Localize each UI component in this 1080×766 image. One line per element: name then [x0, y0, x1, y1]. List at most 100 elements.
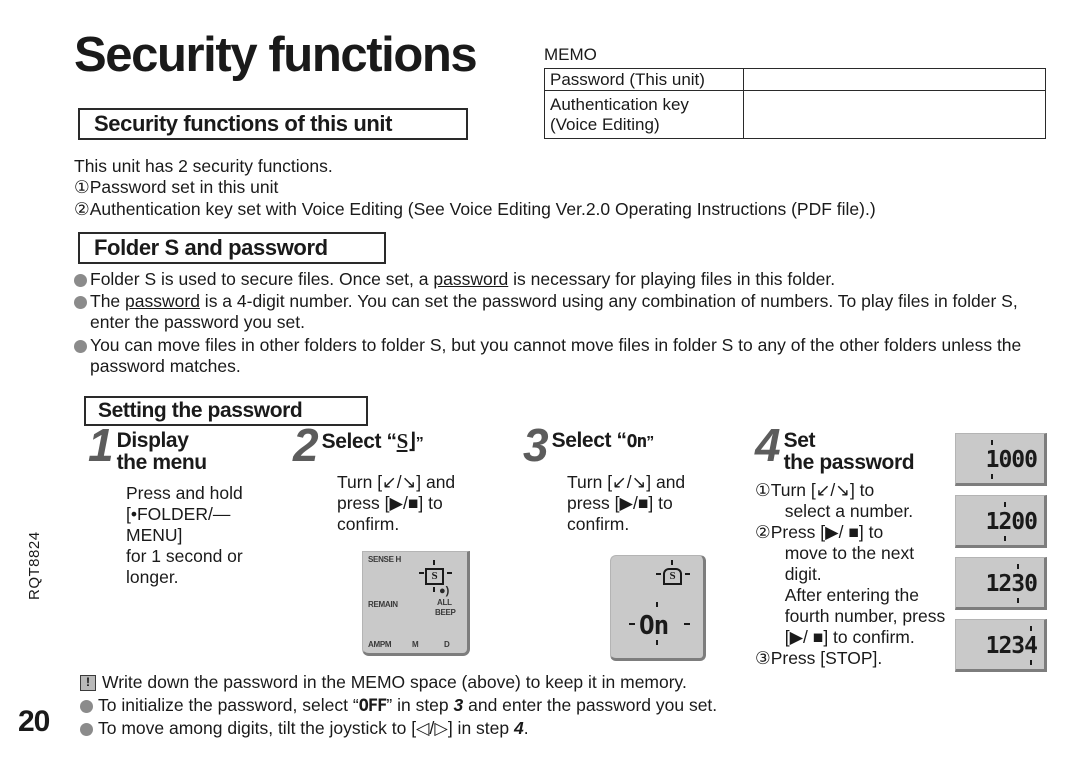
step-4-substep-2: ② Press [▶/ ■] to move to the next digit…: [755, 521, 946, 647]
lcd-password-screen-3: 1230: [955, 557, 1047, 610]
lcd-password-screen-4: 1234: [955, 619, 1047, 672]
step-1-header: 1 Display the menu: [88, 419, 288, 475]
intro-line-2: ①Password set in this unit: [74, 177, 279, 197]
lcd-off-glyph: OFF: [358, 696, 388, 716]
bullet-text: Folder S is used to secure files. Once s…: [90, 269, 836, 289]
step-1: 1 Display the menu Press and hold [•FOLDE…: [88, 419, 288, 588]
blink-ray-icon: [447, 572, 452, 574]
step-2-header: 2 Select “S⌋”: [293, 419, 503, 471]
heading-folder-s: Folder S and password: [78, 232, 386, 264]
step-4-title: Set the password: [783, 429, 915, 475]
step-2-title: Select “S⌋”: [321, 429, 424, 453]
step-4-body: ① Turn [↙/↘] to select a number. ② Press…: [755, 480, 955, 669]
lcd-password-digits: 1230: [985, 571, 1038, 597]
blink-ray-icon: [656, 602, 658, 607]
folder-s-icon: S⌋: [396, 429, 416, 453]
memo-label: MEMO: [544, 45, 597, 64]
step-1-body: Press and hold [•FOLDER/— MENU] for 1 se…: [126, 482, 243, 587]
warning-icon: !: [80, 675, 96, 691]
blinking-digit: 2: [998, 509, 1012, 535]
circled-number-2: ②: [755, 521, 771, 542]
blink-ray-icon: [656, 573, 661, 575]
step-2-body: Turn [↙/↘] and press [▶/■] to confirm.: [337, 471, 456, 534]
bullet-dot-icon: [74, 339, 87, 353]
lcd-display-step-2: SENSE H REMAIN ALL BEEP AMPM M D S ●): [362, 551, 470, 656]
memo-table: Password (This unit) Authentication key …: [544, 67, 1046, 140]
memo-value-password[interactable]: [743, 67, 1046, 92]
lcd-label-d: D: [444, 640, 450, 649]
folder-bullet-list: Folder S is used to secure files. Once s…: [74, 269, 1054, 378]
step-4-substep-1: ① Turn [↙/↘] to select a number.: [755, 479, 914, 521]
heading-security-functions: Security functions of this unit: [78, 108, 468, 140]
memo-key-password: Password (This unit): [544, 67, 744, 92]
blink-ray-icon: [629, 623, 635, 625]
step-4-header: 4 Set the password: [755, 419, 955, 475]
intro-line-3: ②Authentication key set with Voice Editi…: [74, 199, 876, 219]
bullet-dot-icon: [74, 296, 87, 310]
lcd-label-remain: REMAIN: [368, 600, 398, 609]
list-item: Folder S is used to secure files. Once s…: [74, 269, 1054, 290]
note-text: To move among digits, tilt the joystick …: [98, 718, 529, 739]
lcd-password-screen-1: 1000: [955, 433, 1047, 486]
step-3-number: 3: [523, 419, 549, 471]
memo-key-authkey: Authentication key (Voice Editing): [544, 90, 744, 140]
list-item: You can move files in other folders to f…: [74, 335, 1054, 377]
lcd-label-sense: SENSE H: [368, 555, 402, 564]
bullet-dot-icon: [74, 274, 87, 287]
page-title: Security functions: [74, 28, 478, 82]
step-reference: 4: [513, 718, 524, 739]
lcd-label-all: ALL: [437, 598, 452, 607]
underlined-term: password: [433, 269, 509, 289]
blink-ray-icon: [684, 623, 690, 625]
intro-line-1: This unit has 2 security functions.: [74, 156, 333, 176]
document-code: RQT8824: [26, 531, 43, 600]
bullet-dot-icon: [80, 700, 93, 713]
memo-block: MEMO Password (This unit) Authentication…: [544, 45, 1046, 140]
folder-s-badge-icon: S: [663, 568, 682, 585]
bullet-dot-icon: [80, 723, 93, 737]
circled-number-1: ①: [755, 479, 771, 500]
lcd-password-digits: 1200: [985, 509, 1038, 535]
lcd-display-step-3: S On: [610, 555, 706, 661]
step-2-number: 2: [293, 419, 319, 471]
lcd-value-on: On: [639, 611, 669, 641]
heading-setting-password: Setting the password: [84, 396, 368, 426]
lcd-on-glyph: On: [626, 431, 648, 452]
lcd-label-m: M: [412, 640, 419, 649]
memo-key-authkey-line2: (Voice Editing): [550, 114, 660, 134]
memo-value-authkey[interactable]: [743, 90, 1046, 140]
blink-ray-icon: [419, 572, 424, 574]
blink-ray-icon: [685, 573, 690, 575]
step-3: 3 Select “On” Turn [↙/↘] and press [▶/■]…: [523, 419, 723, 535]
note-text: Write down the password in the MEMO spac…: [102, 672, 687, 692]
note-warning: ! Write down the password in the MEMO sp…: [80, 672, 980, 693]
circled-number-3: ③: [755, 647, 771, 668]
bullet-text: The password is a 4-digit number. You ca…: [90, 291, 1018, 333]
blink-ray-icon: [433, 587, 435, 592]
table-row: Authentication key (Voice Editing): [544, 90, 1046, 140]
lcd-label-beep: BEEP: [435, 608, 456, 617]
step-3-body: Turn [↙/↘] and press [▶/■] to confirm.: [567, 471, 686, 534]
table-row: Password (This unit): [544, 67, 1046, 92]
underlined-term: password: [125, 291, 200, 312]
list-item: The password is a 4-digit number. You ca…: [74, 291, 1054, 333]
mic-icon: ●): [439, 585, 450, 597]
lcd-password-screen-2: 1200: [955, 495, 1047, 548]
step-2: 2 Select “S⌋” Turn [↙/↘] and press [▶/■]…: [293, 419, 503, 535]
lcd-password-digits: 1000: [985, 447, 1038, 473]
lcd-password-digits: 1234: [985, 633, 1038, 659]
blinking-digit: 1: [985, 447, 1000, 473]
bullet-text: You can move files in other folders to f…: [90, 334, 1022, 376]
page-number: 20: [18, 705, 50, 738]
memo-key-authkey-line1: Authentication key: [550, 95, 689, 115]
step-4-number: 4: [755, 419, 781, 471]
step-reference: 3: [453, 695, 464, 715]
blinking-digit: 4: [1024, 633, 1038, 659]
step-1-number: 1: [88, 419, 114, 471]
step-3-header: 3 Select “On”: [523, 419, 723, 471]
blink-ray-icon: [433, 560, 435, 565]
step-4-substep-3: ③ Press [STOP].: [755, 647, 883, 668]
step-1-title: Display the menu: [116, 429, 208, 475]
note-text: To initialize the password, select “OFF”…: [98, 695, 718, 716]
lcd-label-ampm: AMPM: [368, 640, 392, 649]
